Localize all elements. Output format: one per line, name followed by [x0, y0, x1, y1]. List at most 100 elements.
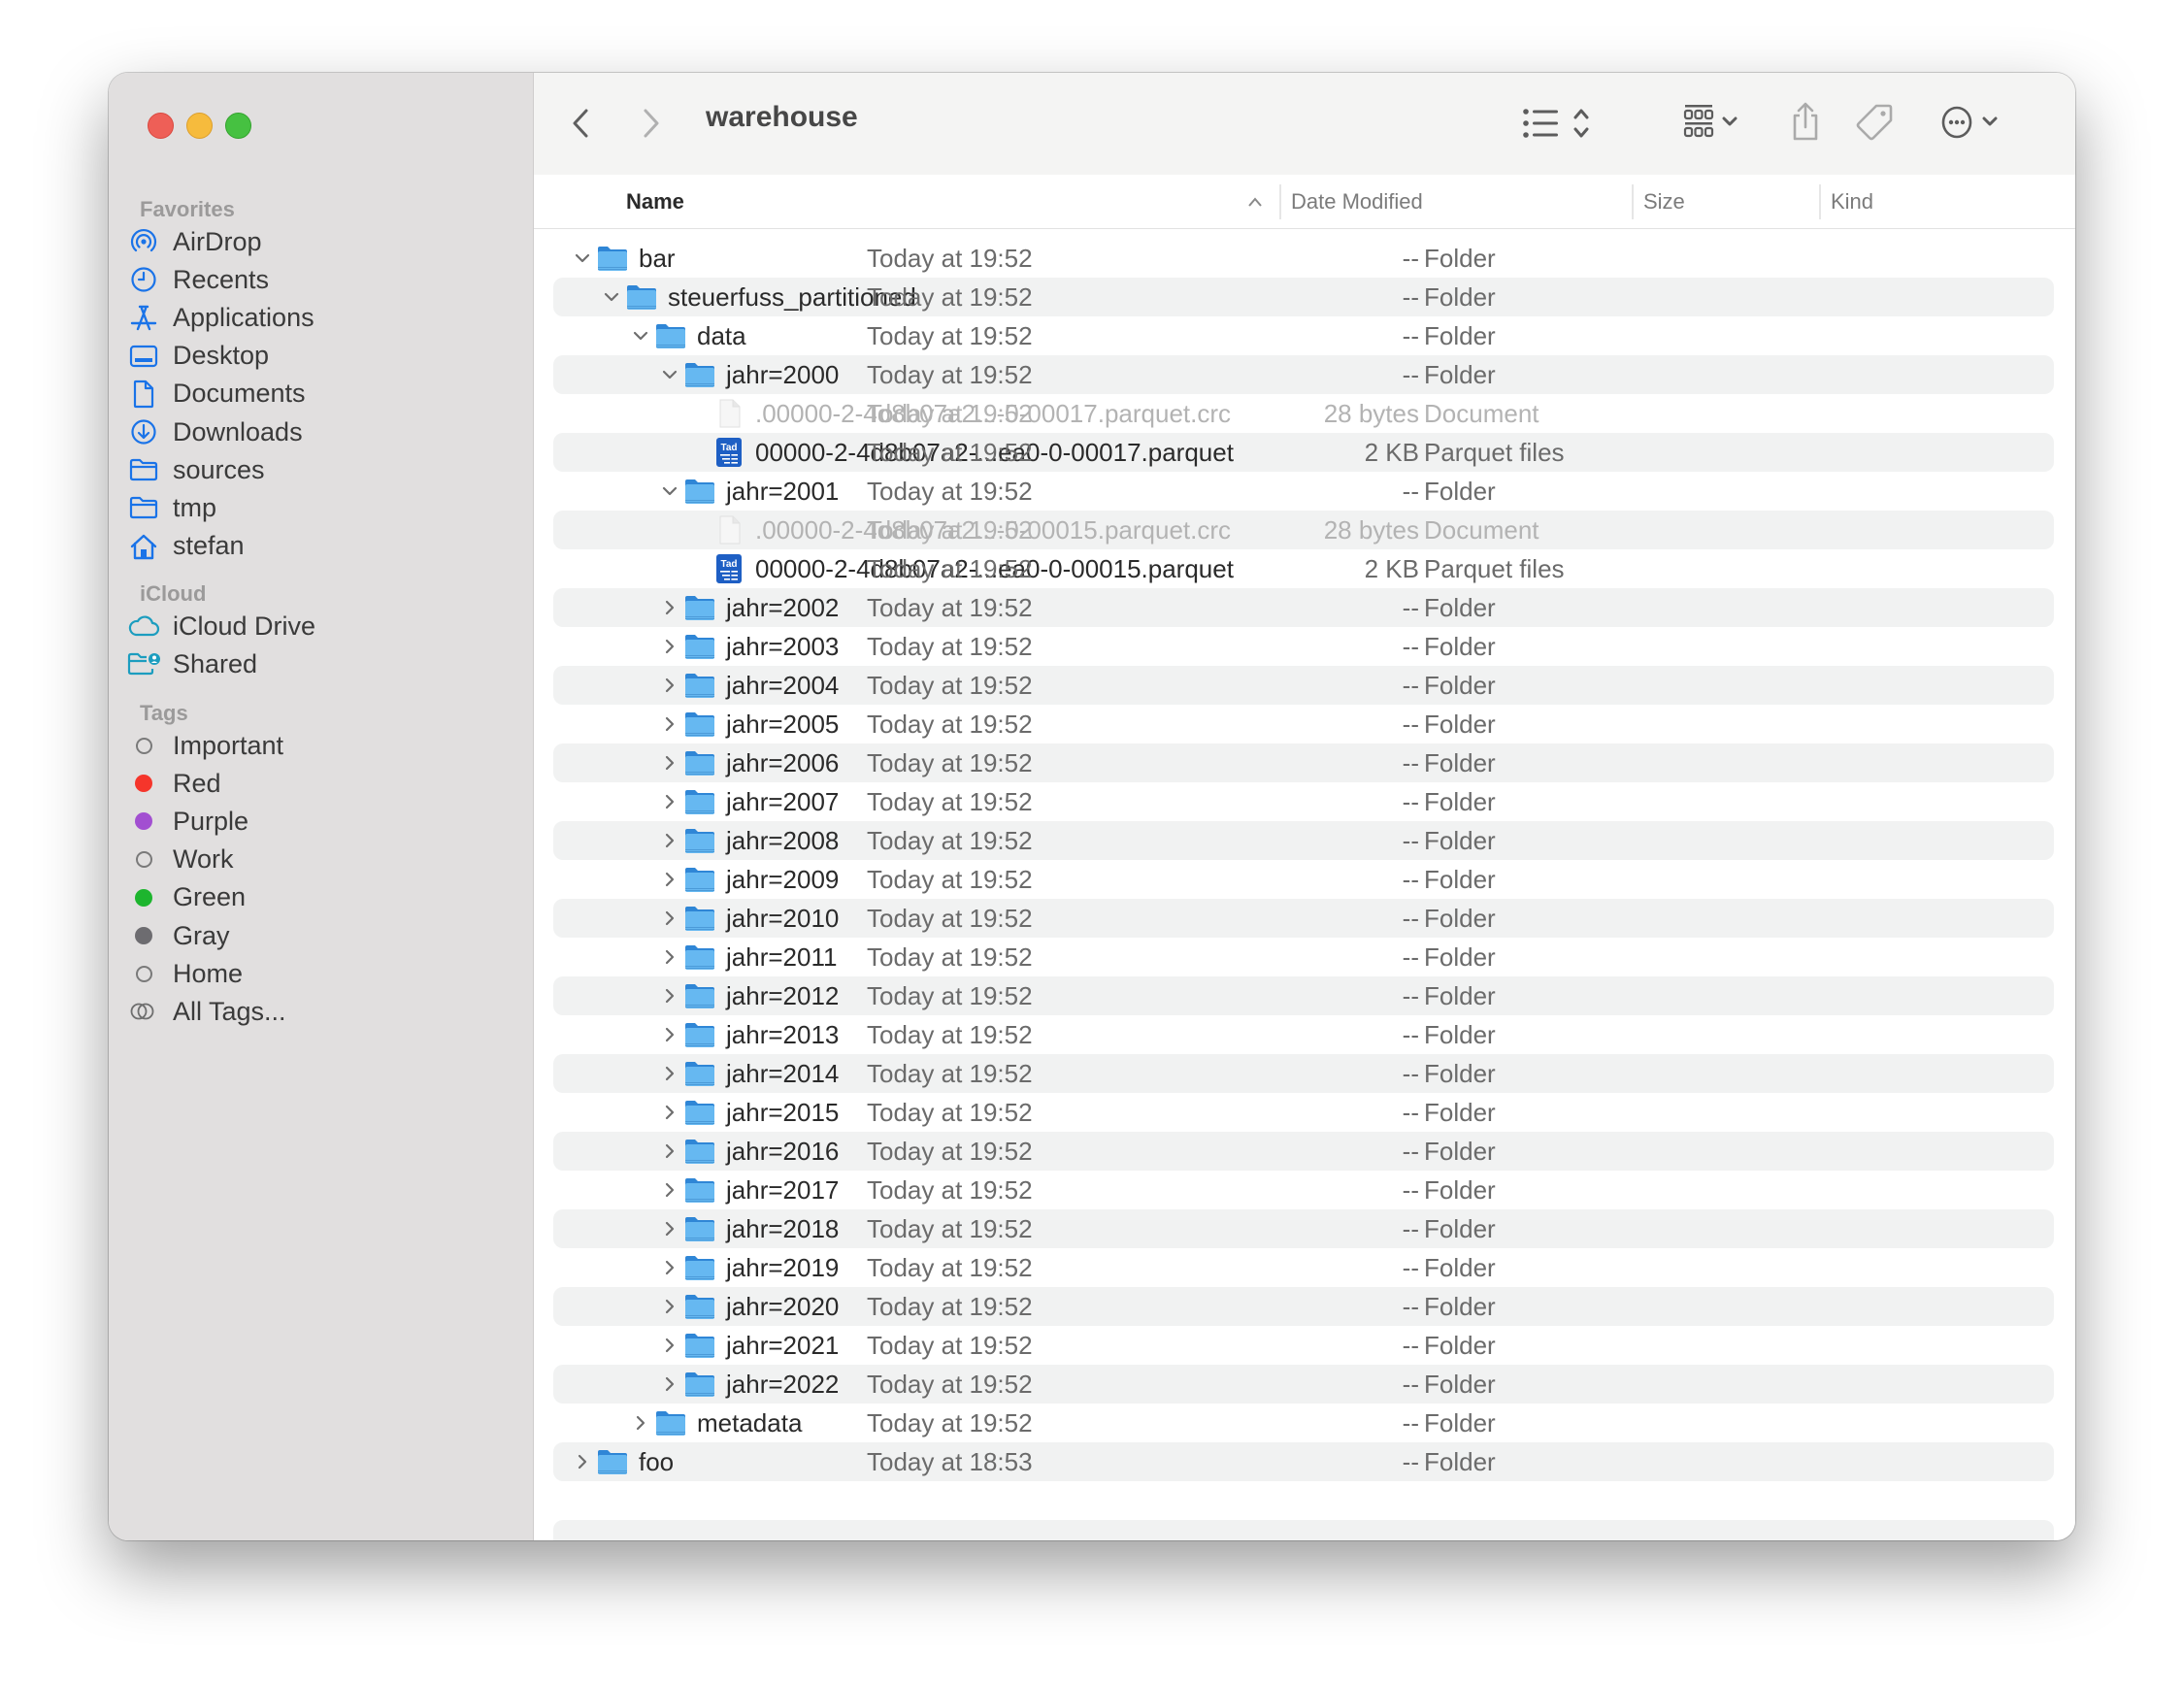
disclosure-toggle[interactable] — [660, 1103, 679, 1122]
file-name: jahr=2021 — [726, 1330, 840, 1360]
disclosure-toggle[interactable] — [660, 792, 679, 811]
folder-row[interactable]: metadata Today at 19:52 -- Folder — [553, 1404, 2054, 1442]
folder-row[interactable]: jahr=2002 Today at 19:52 -- Folder — [553, 588, 2054, 627]
folder-row[interactable]: jahr=2009 Today at 19:52 -- Folder — [553, 860, 2054, 899]
more-actions-button[interactable] — [1941, 100, 2019, 145]
tag-button[interactable] — [1852, 100, 1897, 145]
sidebar-item-work[interactable]: Work — [126, 841, 514, 879]
sidebar-item-desktop[interactable]: Desktop — [126, 337, 514, 376]
column-divider[interactable] — [1279, 184, 1281, 219]
folder-row[interactable]: jahr=2020 Today at 19:52 -- Folder — [553, 1287, 2054, 1326]
disclosure-toggle[interactable] — [660, 831, 679, 850]
zoom-button[interactable] — [225, 113, 251, 139]
sidebar-item-icloud-drive[interactable]: iCloud Drive — [126, 607, 514, 645]
disclosure-toggle[interactable] — [660, 947, 679, 967]
disclosure-toggle[interactable] — [631, 326, 650, 346]
disclosure-toggle[interactable] — [660, 1219, 679, 1239]
disclosure-toggle[interactable] — [573, 1452, 592, 1471]
disclosure-toggle[interactable] — [660, 598, 679, 617]
disclosure-toggle[interactable] — [660, 753, 679, 773]
disclosure-toggle[interactable] — [660, 986, 679, 1006]
folder-row[interactable]: jahr=2015 Today at 19:52 -- Folder — [553, 1093, 2054, 1132]
disclosure-toggle[interactable] — [660, 1374, 679, 1394]
folder-row[interactable]: jahr=2007 Today at 19:52 -- Folder — [553, 782, 2054, 821]
folder-row[interactable]: jahr=2003 Today at 19:52 -- Folder — [553, 627, 2054, 666]
folder-row[interactable]: steuerfuss_partitioned Today at 19:52 -- Fo… — [553, 278, 2054, 316]
minimize-button[interactable] — [186, 113, 213, 139]
folder-row[interactable]: jahr=2019 Today at 19:52 -- Folder — [553, 1248, 2054, 1287]
folder-row[interactable]: jahr=2012 Today at 19:52 -- Folder — [553, 976, 2054, 1015]
file-row[interactable]: .00000-2-4d8b07a2...-0-00017.parquet.crc… — [553, 394, 2054, 433]
disclosure-toggle[interactable] — [660, 714, 679, 734]
disclosure-toggle[interactable] — [660, 481, 679, 501]
disclosure-toggle[interactable] — [631, 1413, 650, 1433]
disclosure-toggle[interactable] — [660, 1141, 679, 1161]
column-kind[interactable]: Kind — [1831, 175, 1873, 228]
folder-row[interactable]: jahr=2011 Today at 19:52 -- Folder — [553, 938, 2054, 976]
close-button[interactable] — [148, 113, 174, 139]
view-options-button[interactable] — [1522, 102, 1609, 145]
folder-row[interactable]: jahr=2018 Today at 19:52 -- Folder — [553, 1209, 2054, 1248]
folder-row[interactable]: jahr=2010 Today at 19:52 -- Folder — [553, 899, 2054, 938]
sidebar-item-important[interactable]: Important — [126, 726, 514, 765]
column-divider[interactable] — [1632, 184, 1634, 219]
group-button[interactable] — [1683, 102, 1761, 145]
disclosure-toggle[interactable] — [660, 909, 679, 928]
column-name[interactable]: Name — [626, 175, 684, 228]
disclosure-toggle[interactable] — [573, 248, 592, 268]
folder-row[interactable]: foo Today at 18:53 -- Folder — [553, 1442, 2054, 1481]
file-row[interactable]: Tad 00000-2-4d8b07a2-...ea0-0-00017.parq… — [553, 433, 2054, 472]
sidebar-item-downloads[interactable]: Downloads — [126, 413, 514, 451]
sidebar-item-stefan[interactable]: stefan — [126, 527, 514, 566]
disclosure-toggle[interactable] — [660, 637, 679, 656]
sidebar-item-tmp[interactable]: tmp — [126, 488, 514, 527]
sidebar-item-purple[interactable]: Purple — [126, 802, 514, 841]
folder-row[interactable]: jahr=2013 Today at 19:52 -- Folder — [553, 1015, 2054, 1054]
disclosure-toggle[interactable] — [660, 365, 679, 384]
column-divider[interactable] — [1819, 184, 1821, 219]
sort-ascending-icon[interactable] — [1247, 175, 1263, 228]
sidebar-item-sources[interactable]: sources — [126, 450, 514, 489]
disclosure-toggle[interactable] — [660, 1258, 679, 1277]
list-view-icon — [1523, 109, 1589, 138]
file-row[interactable]: .00000-2-4d8b07a2...-0-00015.parquet.crc… — [553, 511, 2054, 549]
folder-row[interactable]: jahr=2022 Today at 19:52 -- Folder — [553, 1365, 2054, 1404]
forward-button[interactable] — [634, 104, 669, 143]
sidebar-item-airdrop[interactable]: AirDrop — [126, 222, 514, 261]
sidebar-item-shared[interactable]: Shared — [126, 644, 514, 683]
column-date-modified[interactable]: Date Modified — [1291, 175, 1423, 228]
folder-row[interactable]: jahr=2014 Today at 19:52 -- Folder — [553, 1054, 2054, 1093]
sidebar-item-applications[interactable]: Applications — [126, 298, 514, 337]
disclosure-toggle[interactable] — [660, 676, 679, 695]
column-size[interactable]: Size — [1643, 175, 1685, 228]
sidebar-item-all-tags[interactable]: All Tags... — [126, 992, 514, 1031]
disclosure-toggle[interactable] — [660, 1025, 679, 1044]
sidebar-item-green[interactable]: Green — [126, 878, 514, 917]
file-row[interactable]: Tad 00000-2-4d8b07a2-...ea0-0-00015.parq… — [553, 549, 2054, 588]
folder-row[interactable]: jahr=2000 Today at 19:52 -- Folder — [553, 355, 2054, 394]
sidebar-item-red[interactable]: Red — [126, 764, 514, 803]
disclosure-toggle[interactable] — [660, 1297, 679, 1316]
disclosure-toggle[interactable] — [660, 870, 679, 889]
back-button[interactable] — [563, 104, 598, 143]
folder-row[interactable]: data Today at 19:52 -- Folder — [553, 316, 2054, 355]
sidebar-item-home[interactable]: Home — [126, 954, 514, 993]
folder-row[interactable]: jahr=2008 Today at 19:52 -- Folder — [553, 821, 2054, 860]
folder-row[interactable]: jahr=2006 Today at 19:52 -- Folder — [553, 743, 2054, 782]
disclosure-toggle[interactable] — [602, 287, 621, 307]
disclosure-toggle[interactable] — [660, 1180, 679, 1200]
folder-row[interactable]: jahr=2005 Today at 19:52 -- Folder — [553, 705, 2054, 743]
folder-row[interactable]: bar Today at 19:52 -- Folder — [553, 239, 2054, 278]
folder-row[interactable]: jahr=2001 Today at 19:52 -- Folder — [553, 472, 2054, 511]
folder-row[interactable]: jahr=2017 Today at 19:52 -- Folder — [553, 1171, 2054, 1209]
folder-row[interactable]: jahr=2021 Today at 19:52 -- Folder — [553, 1326, 2054, 1365]
disclosure-toggle[interactable] — [660, 1336, 679, 1355]
sidebar-item-gray[interactable]: Gray — [126, 916, 514, 955]
disclosure-toggle[interactable] — [660, 1064, 679, 1083]
sidebar-item-documents[interactable]: Documents — [126, 375, 514, 413]
toolbar: warehouse — [534, 73, 2075, 176]
folder-row[interactable]: jahr=2016 Today at 19:52 -- Folder — [553, 1132, 2054, 1171]
sidebar-item-recents[interactable]: Recents — [126, 260, 514, 299]
share-button[interactable] — [1786, 98, 1825, 145]
folder-row[interactable]: jahr=2004 Today at 19:52 -- Folder — [553, 666, 2054, 705]
